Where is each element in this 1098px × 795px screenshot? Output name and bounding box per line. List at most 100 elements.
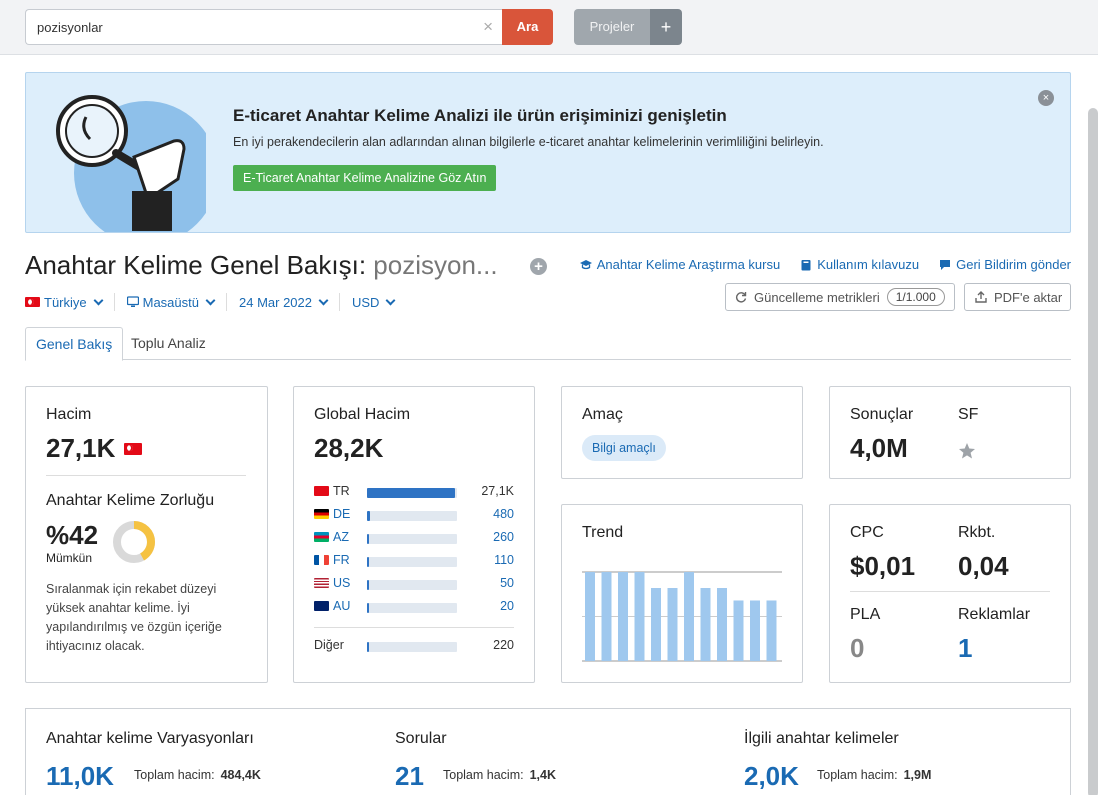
trend-bar[interactable] — [684, 572, 694, 661]
related-value[interactable]: 2,0K — [744, 761, 799, 792]
country-bar-fill — [367, 642, 369, 652]
country-code: AU — [333, 599, 351, 613]
trend-bar[interactable] — [618, 572, 628, 661]
kd-level: Mümkün — [46, 551, 93, 565]
date-filter[interactable]: 24 Mar 2022 — [239, 295, 329, 310]
banner-cta-button[interactable]: E-Ticaret Anahtar Kelime Analizine Göz A… — [233, 165, 497, 191]
feedback-link-label: Geri Bildirim gönder — [956, 257, 1071, 272]
cpc-card: CPC $0,01 Rkbt. 0,04 PLA 0 Reklamlar 1 — [829, 504, 1071, 683]
star-icon[interactable] — [958, 442, 976, 460]
ads-value[interactable]: 1 — [958, 633, 972, 664]
chevron-down-icon — [386, 295, 396, 305]
device-filter-label: Masaüstü — [142, 294, 199, 310]
country-volume: 50 — [500, 576, 514, 590]
trend-label: Trend — [582, 524, 624, 541]
country-volume: 20 — [500, 599, 514, 613]
other-label: Diğer — [314, 638, 344, 652]
promo-banner: E-ticaret Anahtar Kelime Analizi ile ürü… — [25, 72, 1071, 233]
az-flag-icon — [314, 532, 329, 542]
export-pdf-button[interactable]: PDF'e aktar — [964, 283, 1071, 311]
trend-bar[interactable] — [651, 588, 661, 661]
variations-title: Anahtar kelime Varyasyonları — [46, 730, 254, 747]
add-keyword-icon[interactable]: + — [530, 258, 547, 275]
variations-value[interactable]: 11,0K — [46, 761, 114, 792]
country-row-az[interactable]: AZ 260 — [314, 530, 514, 546]
country-code: US — [333, 576, 351, 590]
trend-bar[interactable] — [585, 572, 595, 661]
page-title-prefix: Anahtar Kelime Genel Bakışı: — [25, 250, 367, 280]
country-code: DE — [333, 507, 351, 521]
country-bar-fill — [367, 580, 369, 590]
feedback-link[interactable]: Geri Bildirim gönder — [939, 257, 1071, 272]
turkey-flag-icon — [124, 443, 142, 455]
trend-bar[interactable] — [750, 600, 760, 661]
questions-value[interactable]: 21 — [395, 761, 424, 792]
trend-bar[interactable] — [634, 572, 645, 661]
us-flag-icon — [314, 578, 329, 588]
top-bar: × Ara Projeler + — [0, 0, 1098, 55]
competition-value: 0,04 — [958, 551, 1009, 581]
total-volume-value: 1,4K — [529, 768, 556, 782]
search-input[interactable] — [26, 10, 466, 44]
device-filter[interactable]: Masaüstü — [126, 294, 216, 310]
cpc-value: $0,01 — [850, 551, 916, 581]
country-bar-fill — [367, 534, 369, 544]
country-bar — [367, 642, 457, 652]
country-filter-label: Türkiye — [44, 294, 87, 310]
projects-button[interactable]: Projeler — [574, 9, 650, 45]
country-code: FR — [333, 553, 350, 567]
country-row-tr[interactable]: TR 27,1K — [314, 484, 514, 500]
trend-bar[interactable] — [766, 600, 777, 661]
trend-bar[interactable] — [717, 588, 727, 661]
country-bar — [367, 557, 457, 567]
global-volume-label: Global Hacim — [314, 406, 411, 423]
tab-bulk-analysis[interactable]: Toplu Analiz — [121, 327, 216, 360]
currency-filter[interactable]: USD — [352, 294, 396, 310]
course-link[interactable]: Anahtar Kelime Araştırma kursu — [579, 257, 781, 272]
trend-chart — [582, 571, 782, 662]
total-volume-label: Toplam hacim: — [817, 768, 898, 782]
currency-filter-label: USD — [352, 294, 380, 310]
country-volume: 27,1K — [481, 484, 514, 498]
country-row-au[interactable]: AU 20 — [314, 599, 514, 615]
page-title: Anahtar Kelime Genel Bakışı: pozisyon... — [25, 250, 498, 281]
add-project-button[interactable]: + — [650, 9, 682, 45]
country-row-us[interactable]: US 50 — [314, 576, 514, 592]
ads-label: Reklamlar — [958, 606, 1031, 623]
guide-link[interactable]: Kullanım kılavuzu — [800, 257, 919, 272]
chevron-down-icon — [318, 295, 329, 305]
country-code: TR — [333, 484, 350, 498]
country-filter[interactable]: Türkiye — [25, 294, 104, 310]
results-label: Sonuçlar — [850, 406, 914, 423]
guide-link-label: Kullanım kılavuzu — [817, 257, 920, 272]
trend-bar[interactable] — [667, 588, 678, 661]
related-total: Toplam hacim: 1,9M — [817, 768, 931, 782]
trend-bar[interactable] — [733, 600, 744, 661]
clear-search-icon[interactable]: × — [483, 18, 493, 36]
global-volume-value: 28,2K — [314, 433, 384, 463]
country-code: AZ — [333, 530, 349, 544]
country-volume: 480 — [493, 507, 514, 521]
page-scrollbar[interactable] — [1088, 108, 1098, 795]
close-icon[interactable]: × — [1038, 90, 1054, 106]
trend-bar[interactable] — [700, 588, 711, 661]
questions-total: Toplam hacim: 1,4K — [443, 768, 556, 782]
sf-label: SF — [958, 406, 979, 423]
country-bar-fill — [367, 488, 455, 498]
update-metrics-button[interactable]: Güncelleme metrikleri 1/1.000 — [725, 283, 955, 311]
desktop-icon — [126, 296, 139, 307]
tab-overview[interactable]: Genel Bakış — [25, 327, 124, 361]
book-icon — [801, 259, 811, 270]
questions-title: Sorular — [395, 730, 447, 747]
country-row-fr[interactable]: FR 110 — [314, 553, 514, 569]
banner-title: E-ticaret Anahtar Kelime Analizi ile ürü… — [233, 106, 727, 125]
trend-bar[interactable] — [601, 572, 612, 661]
country-row-de[interactable]: DE 480 — [314, 507, 514, 523]
search-button[interactable]: Ara — [502, 9, 553, 45]
country-bar-fill — [367, 511, 370, 521]
results-card: Sonuçlar 4,0M SF — [829, 386, 1071, 479]
other-value: 220 — [493, 638, 514, 652]
country-bar — [367, 603, 457, 613]
intent-card: Amaç Bilgi amaçlı — [561, 386, 803, 479]
course-link-label: Anahtar Kelime Araştırma kursu — [596, 257, 781, 272]
